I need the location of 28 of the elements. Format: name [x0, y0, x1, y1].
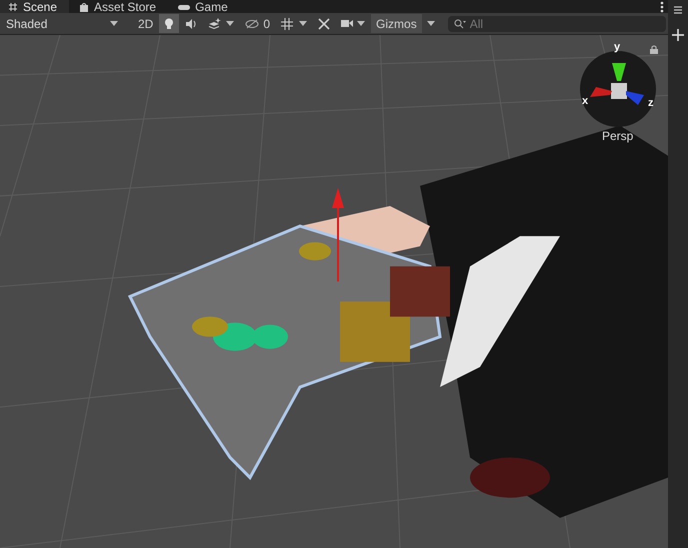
search-field[interactable]: All: [448, 16, 666, 32]
tools-icon: [318, 18, 330, 30]
gizmos-button[interactable]: Gizmos: [371, 14, 422, 33]
layers-icon: [208, 18, 222, 29]
camera-icon: [341, 19, 354, 28]
lighting-toggle-button[interactable]: [159, 14, 180, 33]
caret-icon: [110, 21, 118, 26]
speaker-icon: [185, 18, 198, 28]
scene-viewport[interactable]: y x z Persp: [0, 35, 668, 548]
tab[interactable]: Scene: [0, 0, 70, 13]
caret-icon: [426, 21, 435, 26]
projection-label[interactable]: Persp: [602, 129, 634, 143]
grid-icon: [8, 2, 18, 12]
tab[interactable]: Asset Store: [71, 0, 168, 13]
more-icon[interactable]: [660, 0, 664, 12]
bag-icon: [79, 2, 90, 12]
axis-label: x: [582, 95, 588, 107]
caret-icon: [357, 21, 366, 26]
bulb-icon: [164, 18, 174, 30]
lock-icon[interactable]: [650, 45, 658, 54]
draw-mode-dropdown[interactable]: Shaded: [0, 14, 124, 33]
hidden-eye-icon: [245, 18, 260, 28]
axis-label: y: [614, 41, 620, 53]
caret-icon: [299, 21, 308, 26]
tab[interactable]: Game: [170, 0, 240, 13]
axis-label: z: [648, 97, 654, 109]
caret-icon: [226, 21, 234, 26]
grid-icon: [281, 18, 296, 30]
